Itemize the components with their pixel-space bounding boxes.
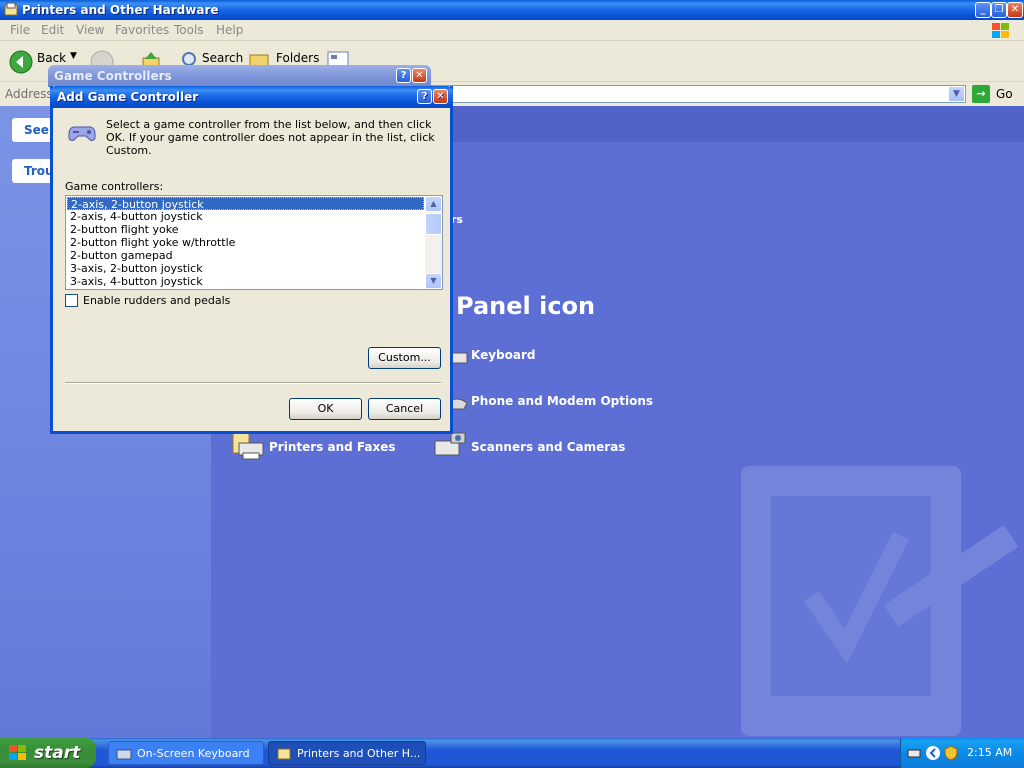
clock[interactable]: 2:15 AM [967, 746, 1012, 759]
printers-faxes-icon[interactable] [231, 431, 265, 461]
enable-rudders-label[interactable]: Enable rudders and pedals [83, 294, 230, 307]
keyboard-tray-icon[interactable] [907, 746, 921, 760]
gamepad-icon [68, 126, 96, 141]
close-button[interactable]: ✕ [1007, 2, 1023, 18]
list-item[interactable]: 2-button gamepad [67, 249, 424, 262]
dialog-separator [65, 382, 441, 384]
back-dropdown-icon[interactable]: ▼ [70, 51, 77, 61]
game-controllers-listbox[interactable]: 2-axis, 2-button joystick 2-axis, 4-butt… [65, 195, 443, 290]
printers-faxes-link[interactable]: Printers and Faxes [269, 440, 396, 454]
scrollbar-thumb[interactable] [425, 213, 442, 235]
scanners-cameras-icon[interactable] [433, 431, 467, 461]
menu-edit[interactable]: Edit [41, 23, 64, 37]
task-label: On-Screen Keyboard [137, 747, 250, 760]
start-button[interactable]: start [0, 738, 96, 768]
scanners-cameras-link[interactable]: Scanners and Cameras [471, 440, 625, 454]
game-controllers-help-button[interactable]: ? [396, 68, 411, 83]
menu-view[interactable]: View [76, 23, 104, 37]
task-label: Printers and Other H... [297, 747, 421, 760]
list-item[interactable]: 2-axis, 4-button joystick [67, 210, 424, 223]
add-game-controller-title: Add Game Controller [57, 90, 199, 104]
go-button[interactable]: → Go [972, 85, 1020, 103]
ok-button[interactable]: OK [289, 398, 362, 420]
pick-control-panel-heading: Panel icon [456, 292, 596, 320]
dialog-instruction: Select a game controller from the list b… [106, 118, 435, 157]
game-controllers-title: Game Controllers [54, 69, 172, 83]
add-game-controller-title-bar[interactable]: Add Game Controller ? ✕ [50, 86, 453, 108]
printer-folder-icon [4, 2, 18, 16]
dialog-help-button[interactable]: ? [417, 89, 432, 104]
game-controllers-close-button[interactable]: ✕ [412, 68, 427, 83]
list-item[interactable]: 2-button flight yoke w/throttle [67, 236, 424, 249]
keyboard-app-icon [116, 749, 132, 760]
cancel-button[interactable]: Cancel [368, 398, 441, 420]
system-tray: 2:15 AM [900, 738, 1024, 768]
printer-folder-app-icon [277, 748, 291, 760]
taskbar: start On-Screen Keyboard Printers and Ot… [0, 738, 1024, 768]
scroll-up-icon[interactable]: ▲ [425, 196, 442, 212]
explorer-title: Printers and Other Hardware [22, 3, 219, 17]
folders-button[interactable]: Folders [276, 51, 319, 65]
keyboard-link[interactable]: Keyboard [471, 348, 536, 362]
menu-file[interactable]: File [10, 23, 30, 37]
minimize-button[interactable]: _ [975, 2, 991, 18]
go-label: Go [996, 87, 1013, 101]
list-item[interactable]: 3-axis, 4-button joystick [67, 275, 424, 288]
list-scrollbar[interactable]: ▲ ▼ [425, 196, 442, 289]
game-controllers-list-label: Game controllers: [65, 180, 164, 193]
menu-help[interactable]: Help [216, 23, 243, 37]
phone-modem-options-link[interactable]: Phone and Modem Options [471, 394, 653, 408]
scroll-down-icon[interactable]: ▼ [425, 273, 442, 289]
menu-favorites[interactable]: Favorites [115, 23, 169, 37]
enable-rudders-checkbox[interactable] [65, 294, 78, 307]
address-label: Address [5, 87, 53, 101]
add-game-controller-dialog: Add Game Controller ? ✕ Select a game co… [50, 86, 453, 434]
back-button[interactable]: Back [37, 51, 66, 65]
control-panel-watermark-icon [741, 466, 1019, 736]
dialog-close-button[interactable]: ✕ [433, 89, 448, 104]
search-button[interactable]: Search [202, 51, 243, 65]
windows-flag-icon [9, 745, 26, 760]
security-shield-icon[interactable] [943, 745, 959, 761]
custom-button[interactable]: Custom... [368, 347, 441, 369]
list-item[interactable]: 2-button flight yoke [67, 223, 424, 236]
explorer-title-bar[interactable]: Printers and Other Hardware _ ❐ ✕ [0, 0, 1024, 20]
back-arrow-icon[interactable] [9, 50, 33, 74]
menu-tools[interactable]: Tools [174, 23, 204, 37]
taskbar-task-onscreen-keyboard[interactable]: On-Screen Keyboard [108, 741, 264, 765]
address-dropdown-icon[interactable]: ▼ [948, 86, 965, 102]
taskbar-task-printers[interactable]: Printers and Other H... [268, 741, 426, 765]
game-controllers-title-bar[interactable]: Game Controllers ? ✕ [48, 65, 431, 87]
show-hidden-icons-icon[interactable] [925, 745, 941, 761]
windows-logo-icon [992, 23, 1009, 38]
go-arrow-icon: → [972, 85, 990, 103]
list-item[interactable]: 3-axis, 2-button joystick [67, 262, 424, 275]
menu-bar: File Edit View Favorites Tools Help [0, 20, 1024, 41]
start-label: start [34, 743, 81, 763]
restore-button[interactable]: ❐ [991, 2, 1007, 18]
list-item-selected[interactable]: 2-axis, 2-button joystick [67, 197, 424, 211]
